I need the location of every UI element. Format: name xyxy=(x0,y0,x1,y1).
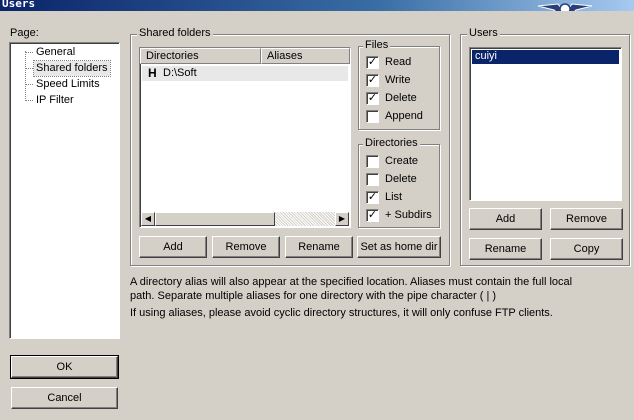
tree-item-general[interactable]: General xyxy=(10,45,119,60)
check-icon: ✓ xyxy=(367,55,378,68)
remove-user-button[interactable]: Remove xyxy=(550,208,623,230)
page-tree: General Shared folders Speed Limits IP F… xyxy=(9,42,120,339)
list-checkbox[interactable]: ✓ xyxy=(366,191,379,204)
delete-files-label: Delete xyxy=(385,92,417,104)
rename-folder-button[interactable]: Rename xyxy=(285,236,353,258)
append-label: Append xyxy=(385,110,423,122)
alias-note-line-2: path. Separate multiple aliases for one … xyxy=(130,290,497,302)
write-checkbox[interactable]: ✓ xyxy=(366,74,379,87)
tree-item-label: IP Filter xyxy=(36,94,74,106)
window-title: Users xyxy=(2,0,36,10)
tree-item-label: Shared folders xyxy=(33,60,111,77)
column-header-aliases[interactable]: Aliases xyxy=(261,48,350,64)
alias-note-line-1: A directory alias will also appear at th… xyxy=(130,276,573,288)
add-folder-button[interactable]: Add xyxy=(139,236,207,258)
title-bar: Users xyxy=(0,0,634,11)
table-row[interactable]: H D:\Soft xyxy=(142,66,348,81)
ok-button[interactable]: OK xyxy=(10,355,119,379)
tree-item-ip-filter[interactable]: IP Filter xyxy=(10,93,119,108)
users-list[interactable]: cuiyi xyxy=(469,47,622,201)
page-label: Page: xyxy=(10,27,39,39)
arrow-left-icon[interactable]: ◀ xyxy=(141,212,155,226)
horizontal-scrollbar[interactable]: ◀ ▶ xyxy=(141,212,349,226)
tree-item-label: Speed Limits xyxy=(36,78,100,90)
check-icon: ✓ xyxy=(367,73,378,86)
delete-dirs-label: Delete xyxy=(385,173,417,185)
subdirs-checkbox[interactable]: ✓ xyxy=(366,209,379,222)
scroll-thumb[interactable] xyxy=(155,212,275,226)
read-checkbox[interactable]: ✓ xyxy=(366,56,379,69)
scroll-track[interactable] xyxy=(275,212,335,226)
check-icon: ✓ xyxy=(367,91,378,104)
column-header-label: Directories xyxy=(146,50,199,62)
directory-cell: D:\Soft xyxy=(163,67,197,79)
list-label: List xyxy=(385,191,403,203)
subdirs-label: + Subdirs xyxy=(385,209,432,221)
column-header-directories[interactable]: Directories xyxy=(140,48,261,64)
files-group-title: Files xyxy=(363,39,391,51)
create-label: Create xyxy=(385,155,419,167)
tree-item-speed-limits[interactable]: Speed Limits xyxy=(10,77,119,92)
cancel-button[interactable]: Cancel xyxy=(11,387,118,409)
alias-note-line-3: If using aliases, please avoid cyclic di… xyxy=(130,307,553,319)
delete-files-checkbox[interactable]: ✓ xyxy=(366,92,379,105)
user-name: cuiyi xyxy=(475,50,498,62)
users-group-title: Users xyxy=(467,27,500,39)
append-checkbox[interactable] xyxy=(366,110,379,123)
copy-user-button[interactable]: Copy xyxy=(550,238,623,260)
delete-dirs-checkbox[interactable] xyxy=(366,173,379,186)
check-icon: ✓ xyxy=(367,190,378,203)
winged-logo-icon xyxy=(537,3,593,11)
tree-item-label: General xyxy=(36,46,76,58)
list-item[interactable]: cuiyi xyxy=(472,50,619,64)
home-marker: H xyxy=(148,66,157,80)
column-header-label: Aliases xyxy=(267,50,303,62)
shared-folders-title: Shared folders xyxy=(137,27,213,39)
rename-user-button[interactable]: Rename xyxy=(469,238,542,260)
add-user-button[interactable]: Add xyxy=(469,208,542,230)
set-home-dir-button[interactable]: Set as home dir xyxy=(357,236,441,258)
arrow-right-icon[interactable]: ▶ xyxy=(335,212,349,226)
read-label: Read xyxy=(385,56,412,68)
write-label: Write xyxy=(385,74,411,86)
tree-item-shared-folders[interactable]: Shared folders xyxy=(10,60,119,77)
check-icon: ✓ xyxy=(367,208,378,221)
remove-folder-button[interactable]: Remove xyxy=(212,236,280,258)
create-checkbox[interactable] xyxy=(366,155,379,168)
directories-group-title: Directories xyxy=(363,137,420,149)
directories-list[interactable]: Directories Aliases H D:\Soft ◀ ▶ xyxy=(139,47,351,228)
